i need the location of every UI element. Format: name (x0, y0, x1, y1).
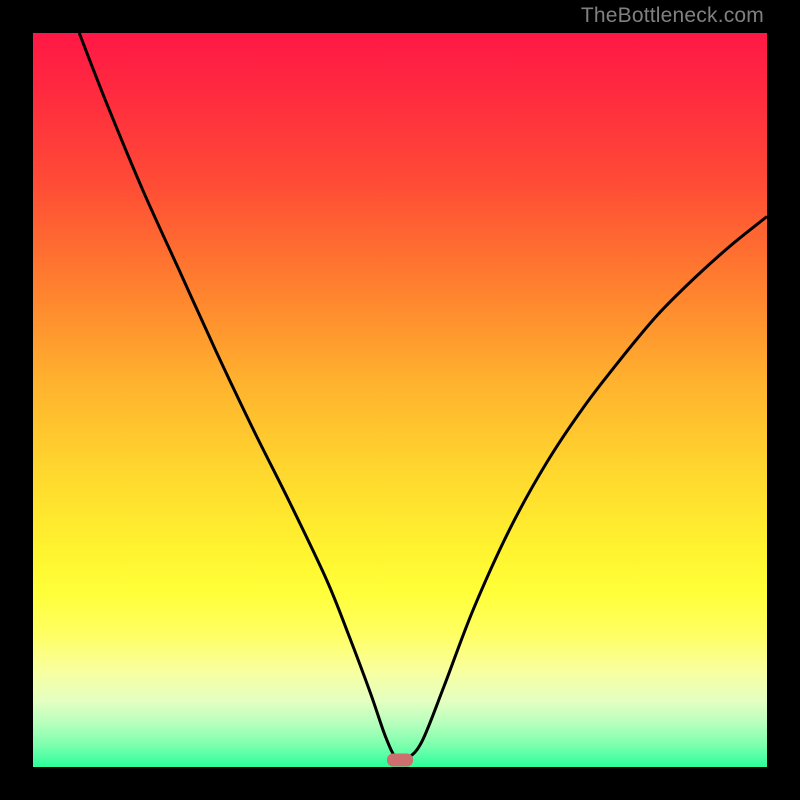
bottleneck-curve (33, 33, 767, 767)
optimal-point-marker (387, 753, 413, 766)
plot-area (33, 33, 767, 767)
watermark-text: TheBottleneck.com (581, 4, 764, 28)
chart-frame: TheBottleneck.com (0, 0, 800, 800)
